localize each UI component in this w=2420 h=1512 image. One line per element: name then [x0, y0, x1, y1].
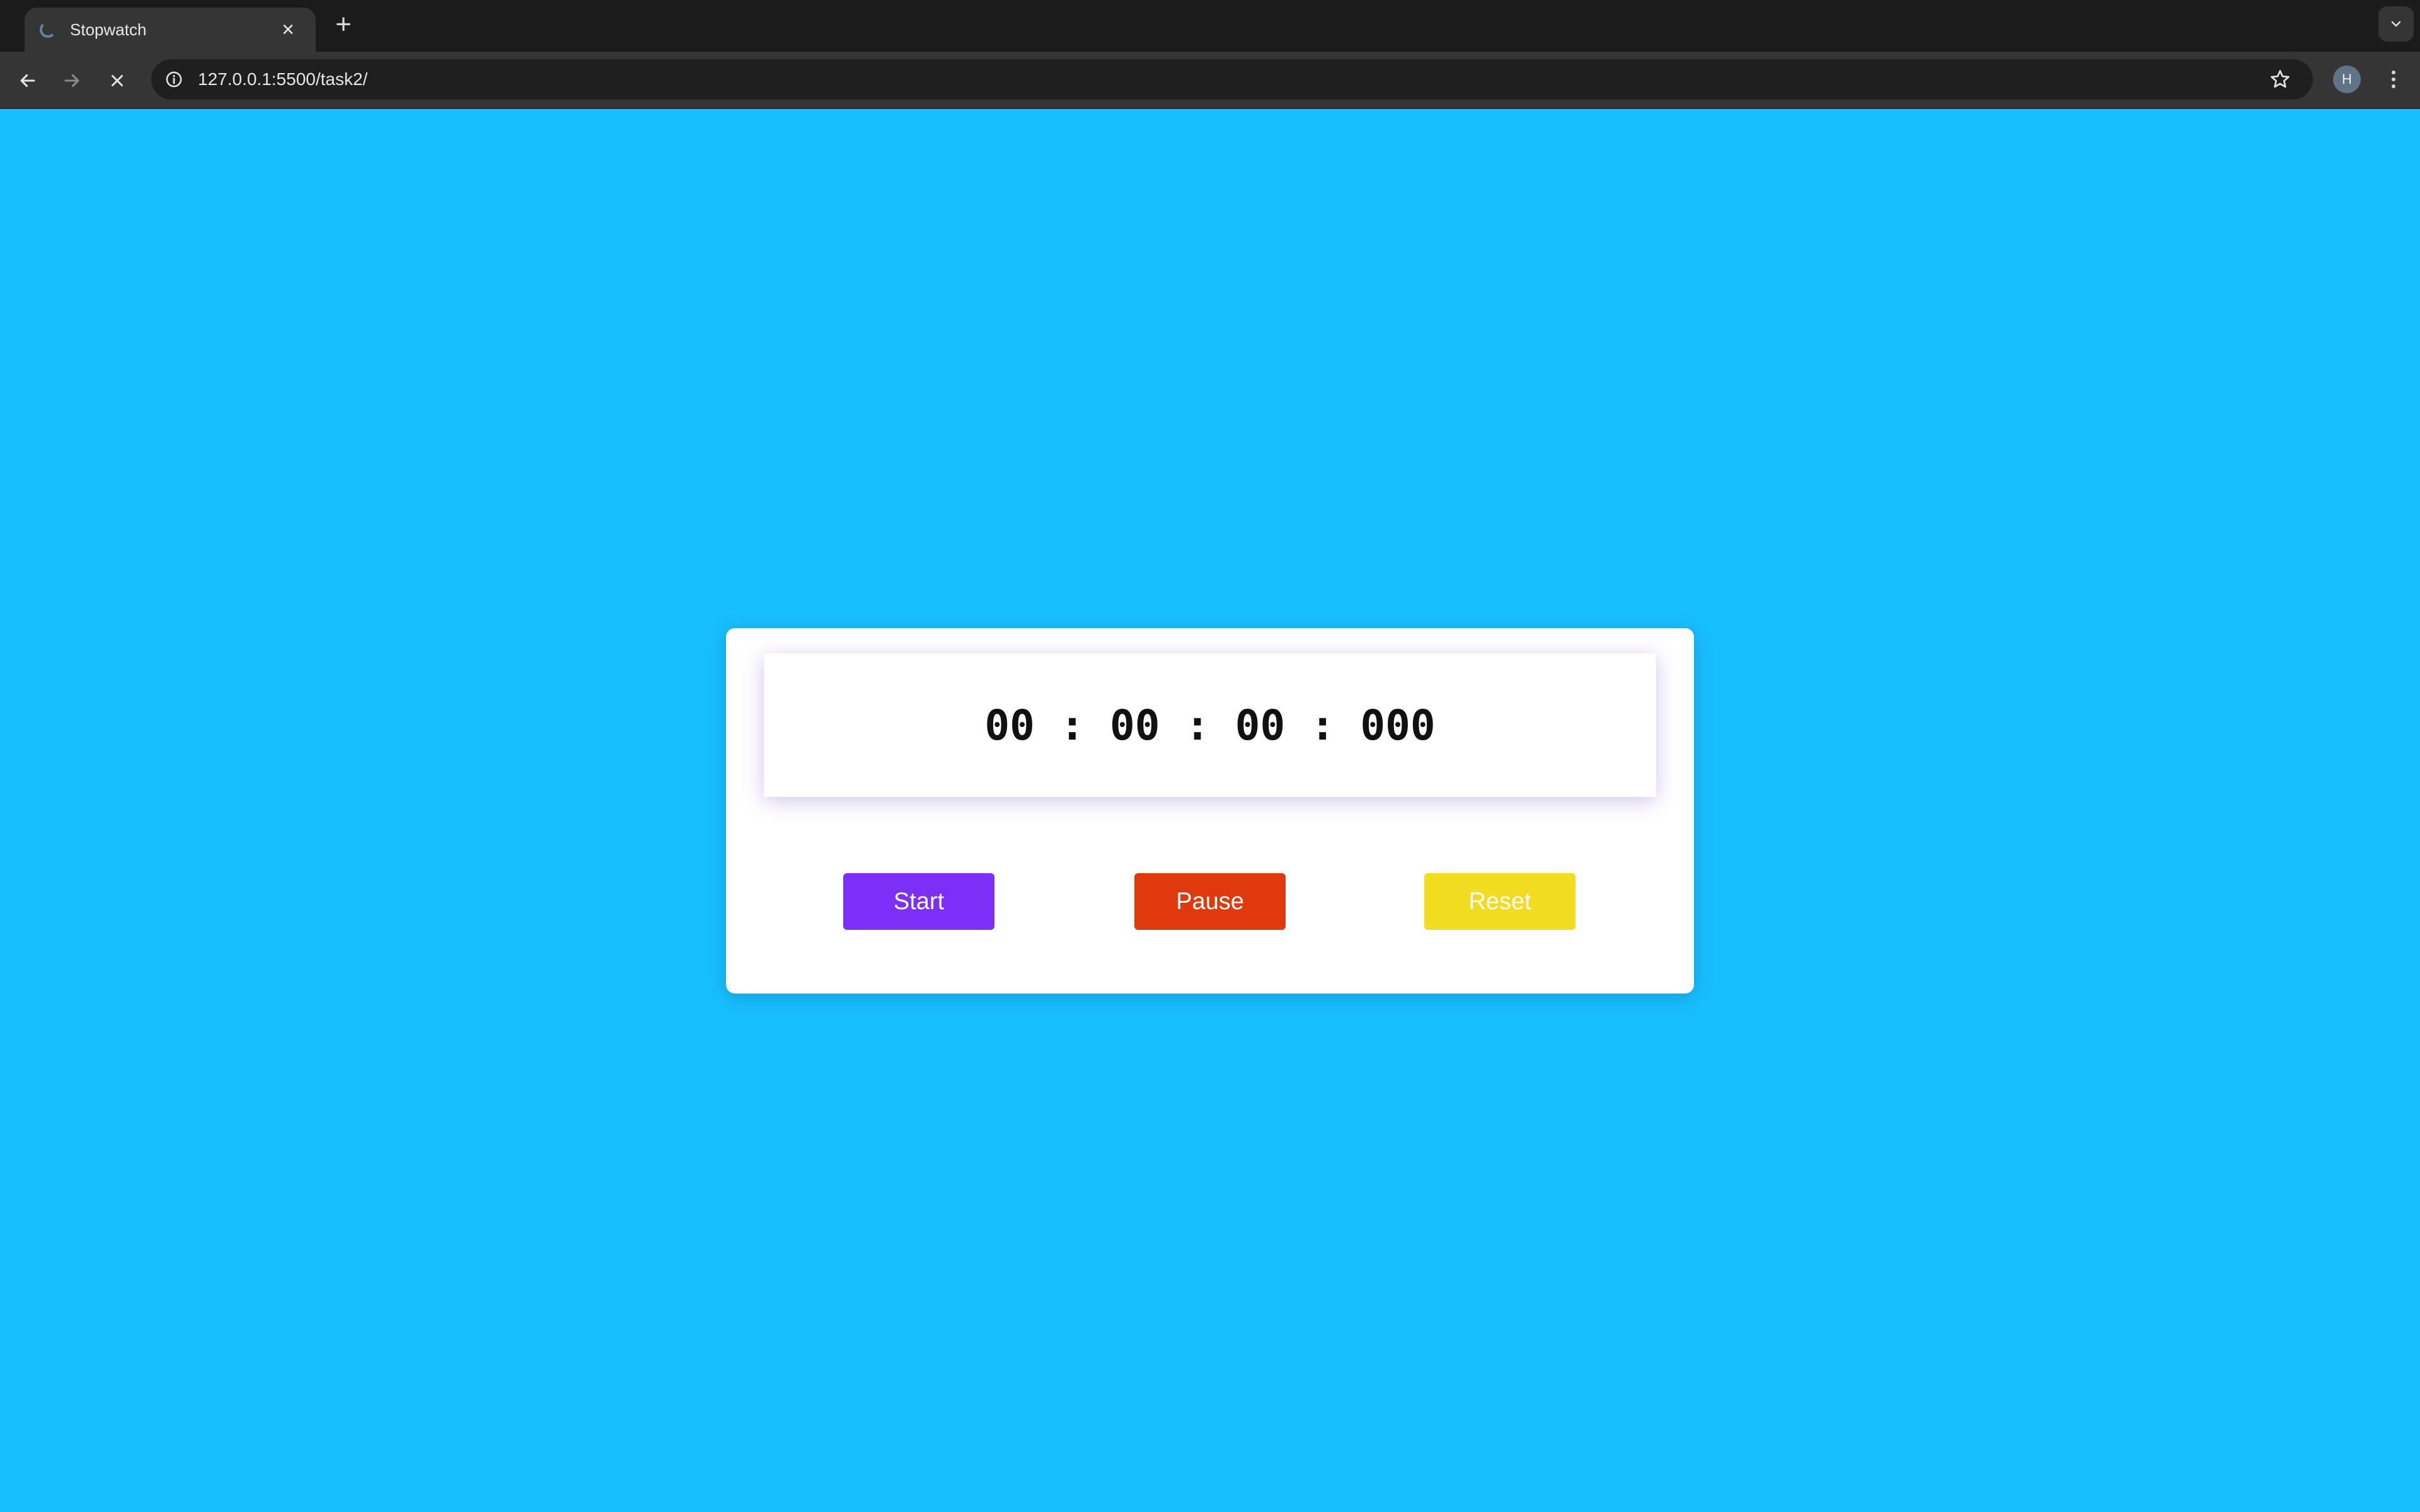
tab-strip: Stopwatch × +	[0, 0, 2420, 52]
browser-tab[interactable]: Stopwatch ×	[25, 8, 316, 52]
forward-button[interactable]	[55, 64, 88, 97]
pause-button[interactable]: Pause	[1134, 873, 1286, 930]
stop-loading-button[interactable]	[101, 64, 134, 97]
tab-title: Stopwatch	[70, 20, 147, 39]
browser-toolbar: 127.0.0.1:5500/task2/ H	[0, 52, 2420, 109]
loading-spinner-icon	[40, 21, 56, 38]
kebab-menu-icon[interactable]	[2380, 66, 2407, 93]
time-display: 00 : 00 : 00 : 000	[984, 701, 1436, 750]
back-arrow-icon	[20, 74, 35, 88]
info-icon[interactable]	[165, 71, 183, 88]
time-display-panel: 00 : 00 : 00 : 000	[764, 653, 1656, 797]
menu-dot	[2392, 71, 2395, 74]
menu-dot	[2392, 84, 2395, 88]
forward-arrow-icon	[64, 74, 79, 88]
plus-icon[interactable]: +	[329, 10, 358, 39]
back-button[interactable]	[11, 64, 44, 97]
tab-search-button[interactable]	[2378, 6, 2414, 42]
reset-button[interactable]: Reset	[1424, 873, 1576, 930]
start-button[interactable]: Start	[843, 873, 994, 930]
url-text[interactable]: 127.0.0.1:5500/task2/	[198, 59, 367, 100]
profile-avatar[interactable]: H	[2333, 66, 2361, 93]
close-icon[interactable]: ×	[275, 19, 301, 40]
stop-loading-icon	[112, 75, 123, 86]
address-bar[interactable]: 127.0.0.1:5500/task2/	[151, 59, 2313, 100]
star-icon[interactable]	[2269, 68, 2291, 91]
menu-dot	[2392, 77, 2395, 81]
stopwatch-card: 00 : 00 : 00 : 000 Start Pause Reset	[726, 628, 1694, 994]
chevron-down-icon	[2391, 21, 2401, 27]
